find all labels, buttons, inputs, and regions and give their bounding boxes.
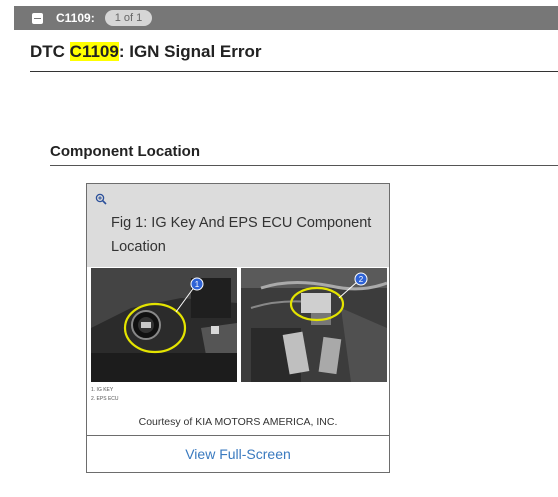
view-full-screen-link[interactable]: View Full-Screen <box>87 435 389 472</box>
dtc-code-label: C1109: <box>56 11 95 25</box>
collapse-icon[interactable] <box>32 12 43 24</box>
eps-ecu-photo: 2 <box>241 268 387 382</box>
legend-item-ig-key: 1. IG KEY <box>91 387 114 393</box>
section-header-bar: C1109: 1 of 1 <box>14 6 558 30</box>
figure-caption: Fig 1: IG Key And EPS ECU Component Loca… <box>111 215 372 255</box>
figure-legend: 1. IG KEY 2. EPS ECU <box>91 386 119 404</box>
section-divider <box>50 165 558 166</box>
title-suffix: : IGN Signal Error <box>118 42 262 61</box>
legend-item-eps-ecu: 2. EPS ECU <box>91 396 119 402</box>
callout-label-1: 1 <box>195 280 200 289</box>
zoom-in-icon[interactable] <box>95 193 107 205</box>
figure-card: Fig 1: IG Key And EPS ECU Component Loca… <box>86 183 390 473</box>
ig-key-photo: 1 <box>91 268 237 382</box>
highlighted-code: C1109 <box>69 42 119 61</box>
page-title: DTC C1109: IGN Signal Error <box>30 42 261 62</box>
figure-header: Fig 1: IG Key And EPS ECU Component Loca… <box>87 184 389 267</box>
title-divider <box>30 71 558 72</box>
figure-image[interactable]: 1 2 <box>91 268 387 384</box>
figure-courtesy: Courtesy of KIA MOTORS AMERICA, INC. <box>138 416 338 428</box>
title-prefix: DTC <box>30 42 70 61</box>
callout-label-2: 2 <box>359 275 364 284</box>
section-heading: Component Location <box>50 143 200 160</box>
pager-badge: 1 of 1 <box>104 10 153 26</box>
